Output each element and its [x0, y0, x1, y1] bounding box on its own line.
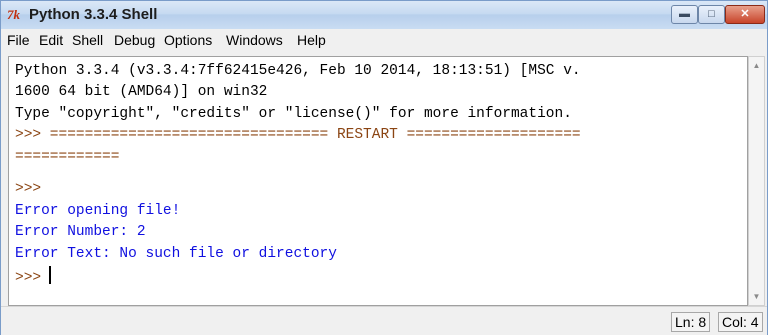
shell-output-line: Error opening file!	[15, 203, 181, 219]
shell-text-area[interactable]: Python 3.3.4 (v3.3.4:7ff62415e426, Feb 1…	[8, 56, 748, 306]
idle-shell-window: 7k Python 3.3.4 Shell ▬ □ ✕ File Edit Sh…	[0, 0, 768, 335]
shell-output-line: Error Number: 2	[15, 224, 146, 240]
menu-debug[interactable]: Debug	[114, 32, 155, 48]
close-button[interactable]: ✕	[725, 5, 765, 24]
menu-help[interactable]: Help	[297, 32, 326, 48]
menu-options[interactable]: Options	[164, 32, 212, 48]
shell-current-prompt[interactable]: >>>	[15, 266, 52, 288]
python-idle-icon: 7k	[7, 7, 20, 22]
shell-line-banner-1: Python 3.3.4 (v3.3.4:7ff62415e426, Feb 1…	[15, 63, 581, 79]
menu-windows[interactable]: Windows	[226, 32, 283, 48]
menu-shell[interactable]: Shell	[72, 32, 103, 48]
status-column-number: Col: 4	[718, 312, 763, 332]
prompt-text: >>>	[15, 270, 42, 286]
title-bar[interactable]: 7k Python 3.3.4 Shell ▬ □ ✕	[1, 1, 767, 29]
shell-output-line: Error Text: No such file or directory	[15, 246, 337, 262]
maximize-icon: □	[708, 8, 715, 20]
status-line-number: Ln: 8	[671, 312, 711, 332]
window-title: Python 3.3.4 Shell	[29, 6, 158, 23]
minimize-button[interactable]: ▬	[671, 5, 698, 24]
menu-bar: File Edit Shell Debug Options Windows He…	[1, 29, 767, 51]
vertical-scrollbar[interactable]: ▲ ▼	[748, 56, 765, 306]
shell-line-banner-3: Type "copyright", "credits" or "license(…	[15, 106, 572, 122]
close-icon: ✕	[740, 8, 750, 20]
shell-line-restart-cont: ============	[15, 149, 120, 165]
scroll-up-icon[interactable]: ▲	[749, 57, 764, 74]
shell-prompt: >>>	[15, 181, 42, 197]
menu-edit[interactable]: Edit	[39, 32, 63, 48]
text-cursor	[49, 266, 52, 284]
maximize-button[interactable]: □	[698, 5, 725, 24]
scroll-down-icon[interactable]: ▼	[749, 288, 764, 305]
status-bar: Ln: 8 Col: 4	[1, 306, 767, 335]
shell-line-banner-2: 1600 64 bit (AMD64)] on win32	[15, 84, 268, 100]
shell-line-restart: >>> ================================ RES…	[15, 127, 581, 143]
minimize-icon: ▬	[679, 8, 690, 20]
menu-file[interactable]: File	[7, 32, 30, 48]
